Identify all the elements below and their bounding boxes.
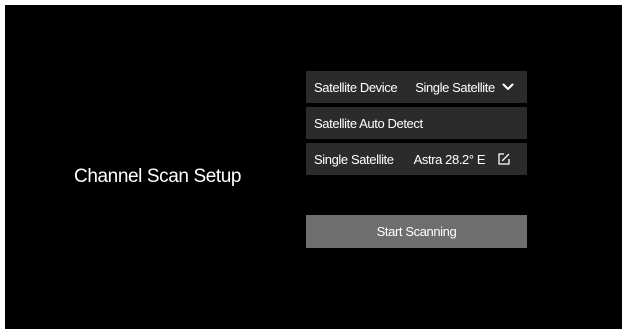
chevron-down-icon — [501, 80, 515, 94]
satellite-device-dropdown[interactable]: Single Satellite — [415, 80, 515, 95]
satellite-auto-detect-row[interactable]: Satellite Auto Detect — [306, 107, 527, 139]
tv-screen: Channel Scan Setup Satellite Device Sing… — [5, 5, 622, 329]
satellite-device-value: Single Satellite — [415, 79, 495, 95]
single-satellite-selector[interactable]: Astra 28.2° E — [414, 152, 512, 167]
single-satellite-label: Single Satellite — [314, 151, 394, 167]
page-title: Channel Scan Setup — [74, 166, 242, 187]
satellite-device-row[interactable]: Satellite Device Single Satellite — [306, 71, 527, 103]
start-scanning-button[interactable]: Start Scanning — [306, 215, 527, 248]
satellite-auto-detect-label: Satellite Auto Detect — [314, 115, 423, 131]
satellite-device-label: Satellite Device — [314, 79, 398, 95]
single-satellite-row[interactable]: Single Satellite Astra 28.2° E — [306, 143, 527, 175]
edit-icon[interactable] — [497, 152, 511, 166]
single-satellite-value: Astra 28.2° E — [413, 151, 486, 167]
